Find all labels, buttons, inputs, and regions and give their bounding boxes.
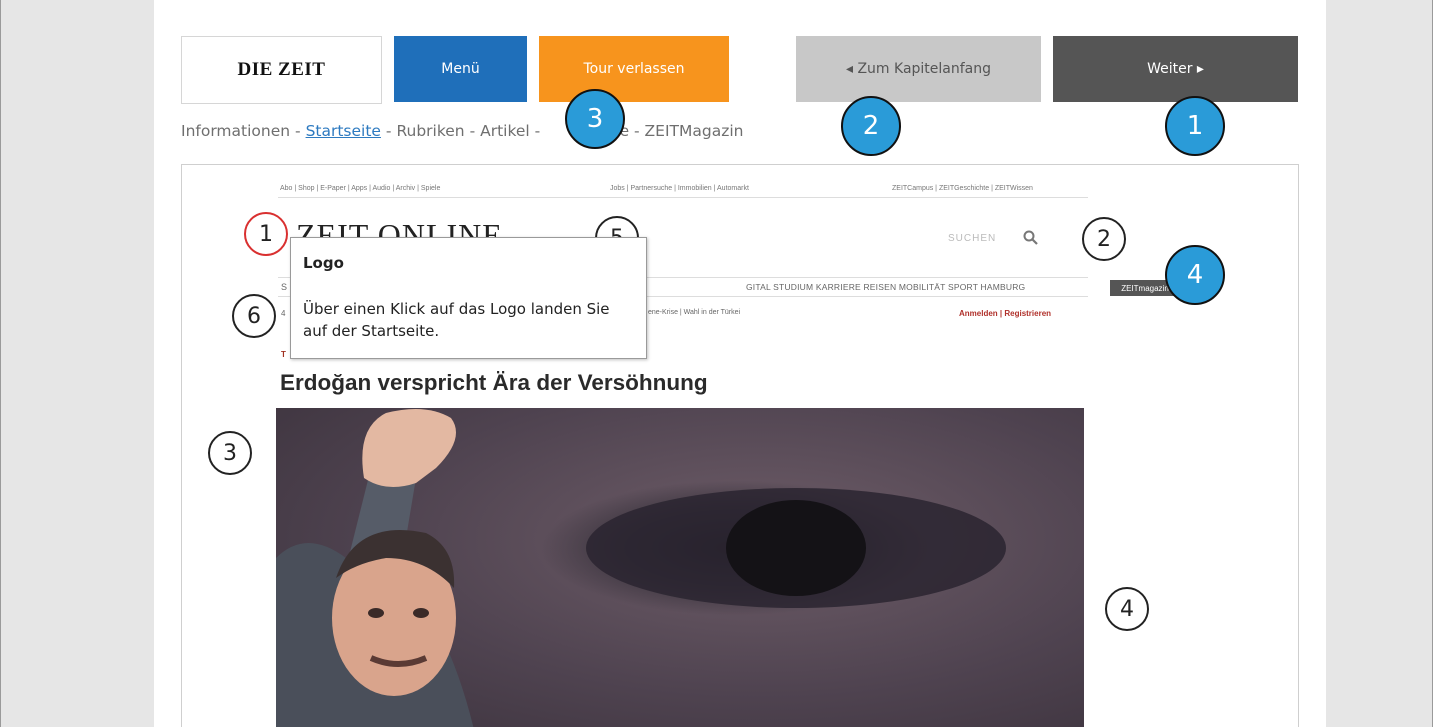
tooltip-body: Über einen Klick auf das Logo landen Sie…: [303, 300, 610, 340]
step-marker-2: 2: [841, 96, 901, 156]
breadcrumb-item-informationen[interactable]: Informationen: [181, 122, 290, 140]
topic-fragment: 4: [281, 309, 286, 318]
chapter-start-button[interactable]: ◂ Zum Kapitelanfang: [796, 36, 1041, 102]
article-headline[interactable]: Erdoğan verspricht Ära der Versöhnung: [280, 370, 708, 396]
breadcrumb-item-startseite[interactable]: Startseite: [306, 122, 381, 140]
top-links-mid: Jobs | Partnersuche | Immobilien | Autom…: [610, 185, 749, 192]
breadcrumb-separator: -: [385, 122, 397, 140]
step-marker-1: 1: [1165, 96, 1225, 156]
die-zeit-logo[interactable]: DIE ZEIT: [181, 36, 382, 104]
area-marker-4: 4: [1105, 587, 1149, 631]
step-marker-4: 4: [1165, 245, 1225, 305]
article-kicker: T: [281, 350, 286, 359]
photo-illustration: [276, 409, 1006, 727]
search-icon[interactable]: [1022, 229, 1040, 247]
breadcrumb: Informationen - Startseite - Rubriken - …: [181, 122, 743, 140]
breadcrumb-item-rubriken[interactable]: Rubriken: [396, 122, 464, 140]
breadcrumb-separator: -: [295, 122, 306, 140]
top-links-right: ZEITCampus | ZEITGeschichte | ZEITWissen: [892, 185, 1033, 192]
login-register-link[interactable]: Anmelden | Registrieren: [959, 309, 1051, 318]
logo-tooltip: Logo Über einen Klick auf das Logo lande…: [290, 237, 647, 359]
nav-fragment: S: [281, 282, 288, 292]
step-marker-3: 3: [565, 89, 625, 149]
search-label[interactable]: SUCHEN: [948, 233, 996, 244]
area-marker-3: 3: [208, 431, 252, 475]
topic-line[interactable]: ene-Krise | Wahl in der Türkei: [648, 309, 740, 316]
next-button[interactable]: Weiter ▸: [1053, 36, 1298, 102]
top-links-left: Abo | Shop | E-Paper | Apps | Audio | Ar…: [280, 185, 441, 192]
breadcrumb-item-artikel[interactable]: Artikel -: [480, 122, 540, 140]
menu-button[interactable]: Menü: [394, 36, 527, 102]
area-marker-1: 1: [244, 212, 288, 256]
divider: [278, 197, 1088, 198]
article-photo: [276, 408, 1084, 727]
tooltip-title: Logo: [303, 254, 344, 272]
breadcrumb-separator: -: [469, 122, 481, 140]
nav-items[interactable]: GITAL STUDIUM KARRIERE REISEN MOBILITÄT …: [746, 282, 1025, 292]
brand-text: DIE ZEIT: [237, 59, 326, 80]
area-marker-2: 2: [1082, 217, 1126, 261]
area-marker-6: 6: [232, 294, 276, 338]
exit-tour-button[interactable]: Tour verlassen: [539, 36, 729, 102]
